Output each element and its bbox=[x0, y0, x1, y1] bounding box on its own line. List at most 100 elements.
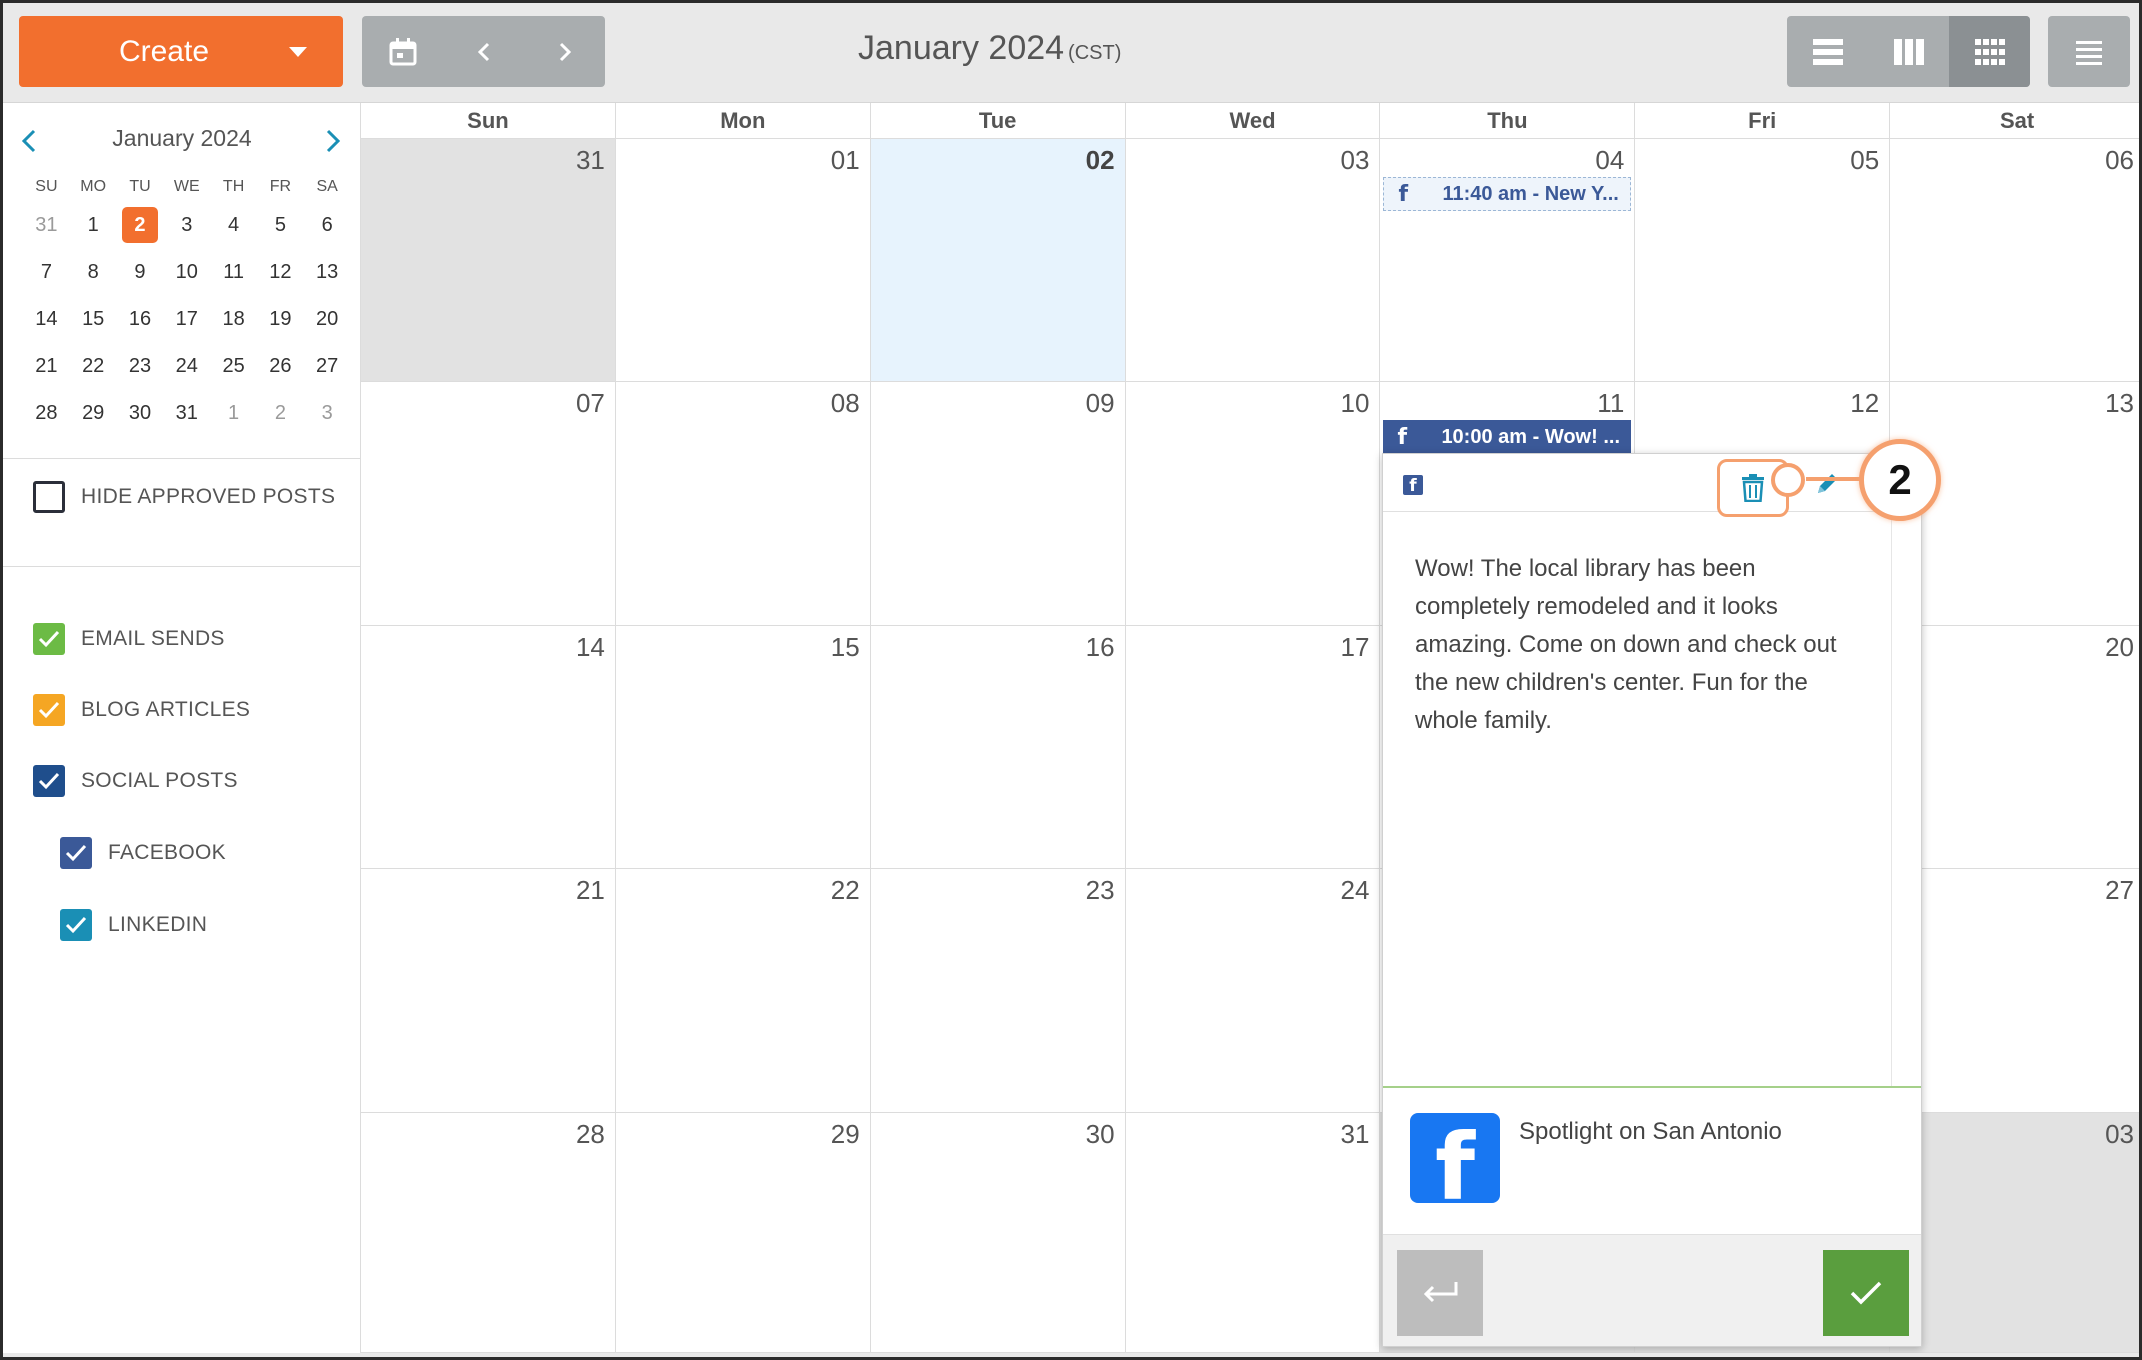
day-cell[interactable]: 06 bbox=[1890, 139, 2139, 382]
checkmark-icon bbox=[33, 765, 65, 797]
mini-day[interactable]: 1 bbox=[70, 207, 117, 243]
day-number: 14 bbox=[575, 631, 605, 662]
email-sends-checkbox[interactable]: EMAIL SENDS bbox=[33, 623, 225, 655]
edit-button[interactable] bbox=[1809, 466, 1845, 502]
mini-calendar-title: January 2024 bbox=[112, 125, 252, 151]
pencil-icon bbox=[1818, 474, 1837, 493]
day-cell[interactable]: 30 bbox=[870, 1112, 1126, 1352]
mini-day[interactable]: 17 bbox=[163, 301, 210, 337]
create-button[interactable]: Create bbox=[19, 16, 343, 87]
month-view-button[interactable] bbox=[1949, 16, 2030, 87]
mini-next-button[interactable] bbox=[313, 121, 353, 161]
callout-badge: 2 bbox=[1859, 439, 1941, 521]
mini-day[interactable]: 15 bbox=[70, 301, 117, 337]
mini-day[interactable]: 7 bbox=[23, 254, 70, 290]
day-cell[interactable]: 31 bbox=[1125, 1112, 1381, 1352]
mini-day[interactable]: 24 bbox=[163, 348, 210, 384]
mini-day[interactable]: 10 bbox=[163, 254, 210, 290]
prev-month-button[interactable] bbox=[443, 16, 524, 87]
day-cell[interactable]: 05 bbox=[1635, 139, 1891, 382]
mini-day[interactable]: 21 bbox=[23, 348, 70, 384]
columns-icon bbox=[1893, 38, 1924, 65]
hide-approved-label: HIDE APPROVED POSTS bbox=[81, 485, 336, 508]
day-cell[interactable]: 14 bbox=[361, 625, 616, 869]
mini-day[interactable]: 5 bbox=[257, 207, 304, 243]
mini-day[interactable]: 13 bbox=[304, 254, 351, 290]
checkmark-icon bbox=[33, 694, 65, 726]
checkmark-icon bbox=[33, 623, 65, 655]
mini-day[interactable]: 2 bbox=[257, 395, 304, 431]
facebook-checkbox[interactable]: FACEBOOK bbox=[60, 837, 226, 869]
social-posts-label: SOCIAL POSTS bbox=[81, 769, 238, 792]
mini-day-today[interactable]: 2 bbox=[117, 206, 164, 243]
event-chip-facebook-selected[interactable]: f 10:00 am - Wow! ... bbox=[1383, 420, 1632, 455]
day-cell[interactable]: 29 bbox=[615, 1112, 871, 1352]
week-view-button[interactable] bbox=[1868, 16, 1949, 87]
mini-day[interactable]: 19 bbox=[257, 301, 304, 337]
mini-day[interactable]: 16 bbox=[117, 301, 164, 337]
mini-day[interactable]: 31 bbox=[163, 395, 210, 431]
mini-day[interactable]: 14 bbox=[23, 301, 70, 337]
day-number: 22 bbox=[830, 875, 860, 906]
approve-button[interactable] bbox=[1823, 1250, 1909, 1336]
day-cell[interactable]: 27 bbox=[1890, 869, 2139, 1112]
checkmark-icon bbox=[60, 909, 92, 941]
mini-day[interactable]: 18 bbox=[210, 301, 257, 337]
mini-day[interactable]: 12 bbox=[257, 254, 304, 290]
day-cell[interactable]: 04 f 11:40 am - New Y... bbox=[1380, 139, 1636, 382]
mini-day[interactable]: 11 bbox=[210, 254, 257, 290]
day-cell[interactable]: 21 bbox=[361, 869, 616, 1112]
event-title: 10:00 am - Wow! ... bbox=[1441, 425, 1621, 448]
caret-down-icon[interactable] bbox=[289, 47, 307, 57]
day-cell[interactable]: 23 bbox=[870, 869, 1126, 1112]
week-row: 31 01 02 03 04 f 11:40 am - New Y... 05 … bbox=[361, 139, 2139, 383]
event-chip-facebook[interactable]: f 11:40 am - New Y... bbox=[1383, 177, 1632, 211]
blog-articles-checkbox[interactable]: BLOG ARTICLES bbox=[33, 694, 250, 726]
social-posts-checkbox[interactable]: SOCIAL POSTS bbox=[33, 765, 238, 797]
mini-day[interactable]: 3 bbox=[163, 207, 210, 243]
mini-week-row: 14 15 16 17 18 19 20 bbox=[23, 295, 351, 342]
day-cell[interactable]: 17 bbox=[1125, 625, 1381, 869]
next-month-button[interactable] bbox=[524, 16, 605, 87]
day-cell[interactable]: 10 bbox=[1125, 382, 1381, 625]
day-cell[interactable]: 31 bbox=[361, 139, 616, 382]
mini-day[interactable]: 30 bbox=[117, 395, 164, 431]
day-cell-today[interactable]: 02 bbox=[870, 139, 1126, 382]
mini-day[interactable]: 23 bbox=[117, 348, 164, 384]
linkedin-checkbox[interactable]: LINKEDIN bbox=[60, 909, 207, 941]
blog-articles-label: BLOG ARTICLES bbox=[81, 698, 251, 721]
mini-day[interactable]: 20 bbox=[304, 301, 351, 337]
day-cell[interactable]: 03 bbox=[1890, 1112, 2139, 1352]
day-cell[interactable]: 20 bbox=[1890, 625, 2139, 869]
mini-day[interactable]: 26 bbox=[257, 348, 304, 384]
mini-day[interactable]: 4 bbox=[210, 207, 257, 243]
list-view-button[interactable] bbox=[2048, 16, 2130, 87]
return-button[interactable] bbox=[1397, 1250, 1483, 1336]
mini-day[interactable]: 25 bbox=[210, 348, 257, 384]
day-number: 04 bbox=[1595, 145, 1625, 175]
mini-day[interactable]: 3 bbox=[304, 395, 351, 431]
day-cell[interactable]: 22 bbox=[615, 869, 871, 1112]
day-cell[interactable]: 03 bbox=[1125, 139, 1381, 382]
day-number: 31 bbox=[1340, 1118, 1370, 1149]
day-cell[interactable]: 15 bbox=[615, 625, 871, 869]
mini-day[interactable]: 29 bbox=[70, 395, 117, 431]
day-cell[interactable]: 16 bbox=[870, 625, 1126, 869]
day-cell[interactable]: 09 bbox=[870, 382, 1126, 625]
day-cell[interactable]: 24 bbox=[1125, 869, 1381, 1112]
mini-day[interactable]: 9 bbox=[117, 254, 164, 290]
mini-day[interactable]: 22 bbox=[70, 348, 117, 384]
hide-approved-checkbox[interactable]: HIDE APPROVED POSTS bbox=[33, 481, 335, 513]
mini-day[interactable]: 1 bbox=[210, 395, 257, 431]
mini-day[interactable]: 31 bbox=[23, 207, 70, 243]
day-cell[interactable]: 08 bbox=[615, 382, 871, 625]
mini-day[interactable]: 27 bbox=[304, 348, 351, 384]
mini-day[interactable]: 28 bbox=[23, 395, 70, 431]
mini-day[interactable]: 8 bbox=[70, 254, 117, 290]
day-cell[interactable]: 01 bbox=[615, 139, 871, 382]
mini-day[interactable]: 6 bbox=[304, 207, 351, 243]
day-view-button[interactable] bbox=[1787, 16, 1868, 87]
day-cell[interactable]: 28 bbox=[361, 1112, 616, 1352]
day-cell[interactable]: 07 bbox=[361, 382, 616, 625]
calendar-today-button[interactable] bbox=[362, 16, 443, 87]
